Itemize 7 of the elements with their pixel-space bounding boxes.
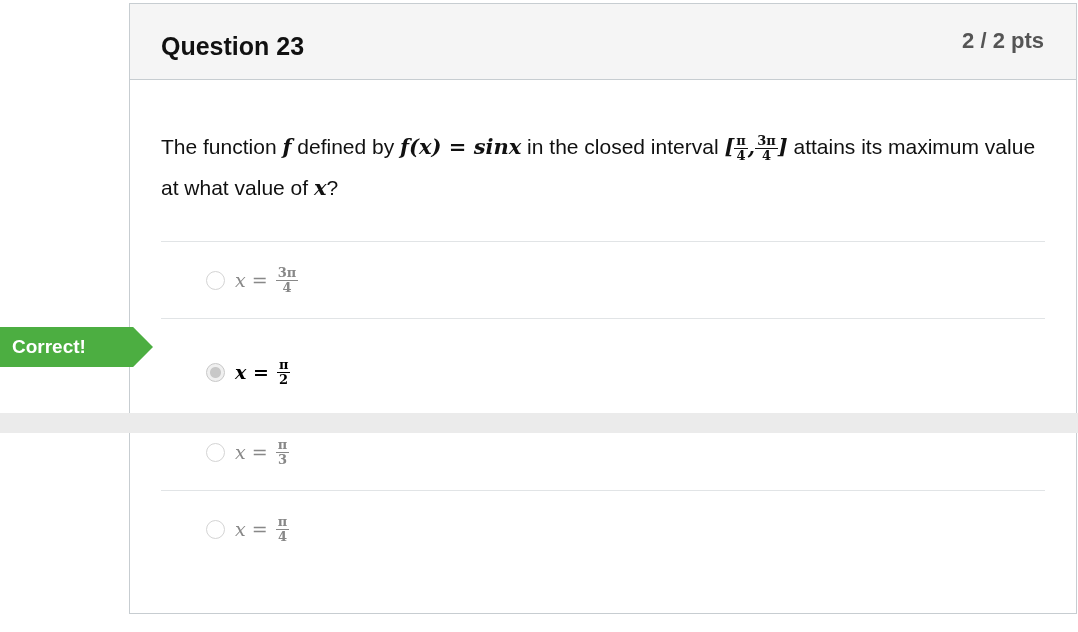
radio-button[interactable]: [206, 442, 225, 462]
radio-button[interactable]: [206, 270, 225, 290]
correct-banner: Correct!: [0, 327, 153, 367]
points-score: 2 / 2 pts: [962, 27, 1044, 55]
radio-button[interactable]: [206, 519, 225, 539]
radio-button[interactable]: [206, 362, 225, 382]
question-title: Question 23: [161, 31, 305, 62]
